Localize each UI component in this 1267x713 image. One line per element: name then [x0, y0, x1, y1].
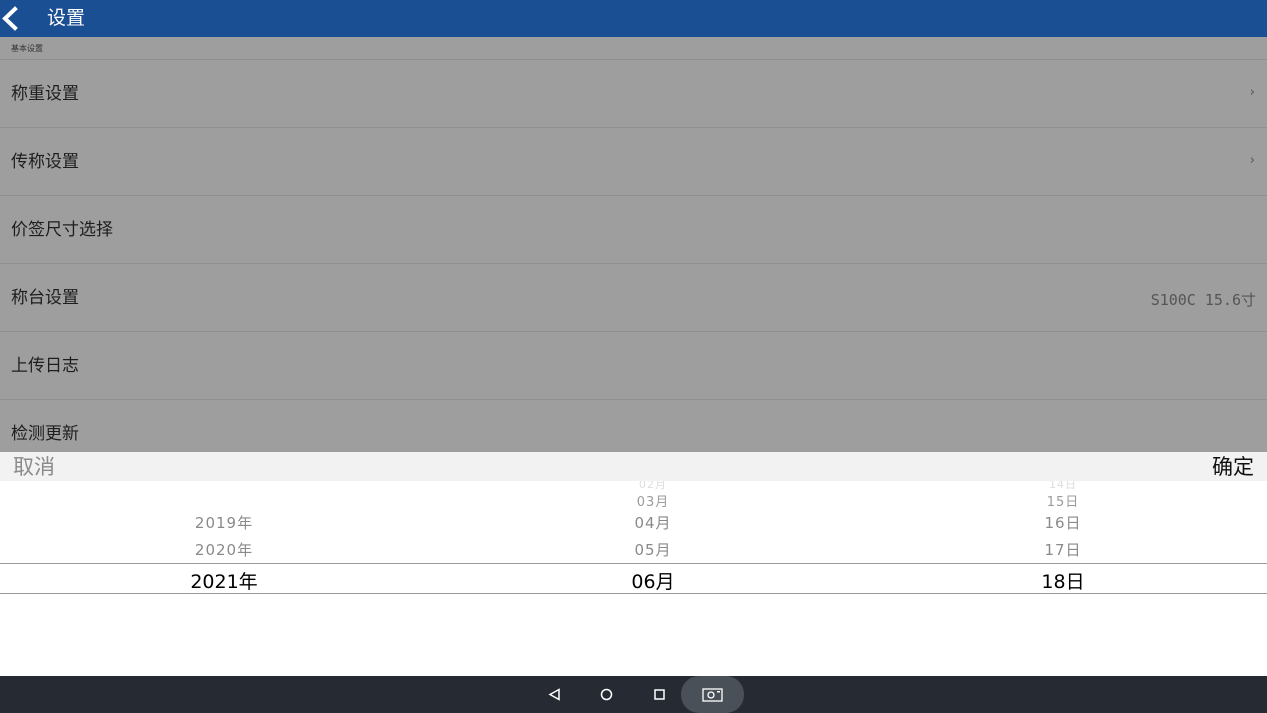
row-label: 称重设置 [11, 84, 79, 104]
year-option[interactable]: 2019年 [195, 512, 253, 533]
row-label: 检测更新 [11, 424, 79, 444]
settings-list: 基本设置 称重设置 › 传称设置 › 价签尺寸选择 称台设置 S100C 15.… [0, 37, 1267, 452]
top-app-bar: 设置 [0, 0, 1267, 37]
section-title: 基本设置 [11, 44, 43, 53]
settings-row-label-size[interactable]: 价签尺寸选择 [0, 196, 1267, 264]
back-arrow-icon[interactable] [0, 6, 22, 31]
settings-row-check-update[interactable]: 检测更新 [0, 400, 1267, 452]
day-option[interactable]: 16日 [1044, 512, 1081, 533]
screenshot-button[interactable] [681, 676, 744, 713]
confirm-button[interactable]: 确定 [1212, 453, 1254, 481]
section-header: 基本设置 [0, 37, 1267, 60]
day-option[interactable]: 15日 [1047, 491, 1080, 510]
year-option[interactable]: 2020年 [195, 539, 253, 560]
chevron-right-icon: › [1249, 153, 1255, 168]
month-selected[interactable]: 06月 [631, 567, 674, 594]
selection-top-divider [0, 563, 1267, 564]
row-label: 传称设置 [11, 152, 79, 172]
settings-row-transfer[interactable]: 传称设置 › [0, 128, 1267, 196]
back-triangle-icon[interactable] [548, 688, 561, 701]
selection-bottom-divider [0, 593, 1267, 594]
chevron-right-icon: › [1249, 85, 1255, 100]
year-selected[interactable]: 2021年 [190, 567, 257, 594]
recents-square-icon[interactable] [653, 688, 666, 701]
page-title: 设置 [47, 7, 86, 29]
month-option[interactable]: 04月 [634, 512, 671, 533]
day-option[interactable]: 17日 [1044, 539, 1081, 560]
row-label: 称台设置 [11, 288, 79, 308]
month-option[interactable]: 05月 [634, 539, 671, 560]
date-picker[interactable]: 02月 03月 04月 05月 06月 14日 15日 16日 17日 18日 … [0, 481, 1267, 676]
settings-row-scale-platform[interactable]: 称台设置 S100C 15.6寸 [0, 264, 1267, 332]
settings-row-upload-log[interactable]: 上传日志 [0, 332, 1267, 400]
settings-row-weighing[interactable]: 称重设置 › [0, 60, 1267, 128]
screenshot-camera-icon [702, 688, 723, 702]
home-circle-icon[interactable] [600, 688, 613, 701]
cancel-button[interactable]: 取消 [13, 453, 55, 481]
row-label: 上传日志 [11, 356, 79, 376]
system-nav-bar [0, 676, 1267, 713]
month-option[interactable]: 03月 [637, 491, 670, 510]
day-selected[interactable]: 18日 [1041, 567, 1084, 594]
picker-toolbar: 取消 确定 [0, 452, 1267, 481]
row-value: S100C 15.6寸 [1150, 291, 1256, 309]
row-label: 价签尺寸选择 [11, 220, 113, 240]
